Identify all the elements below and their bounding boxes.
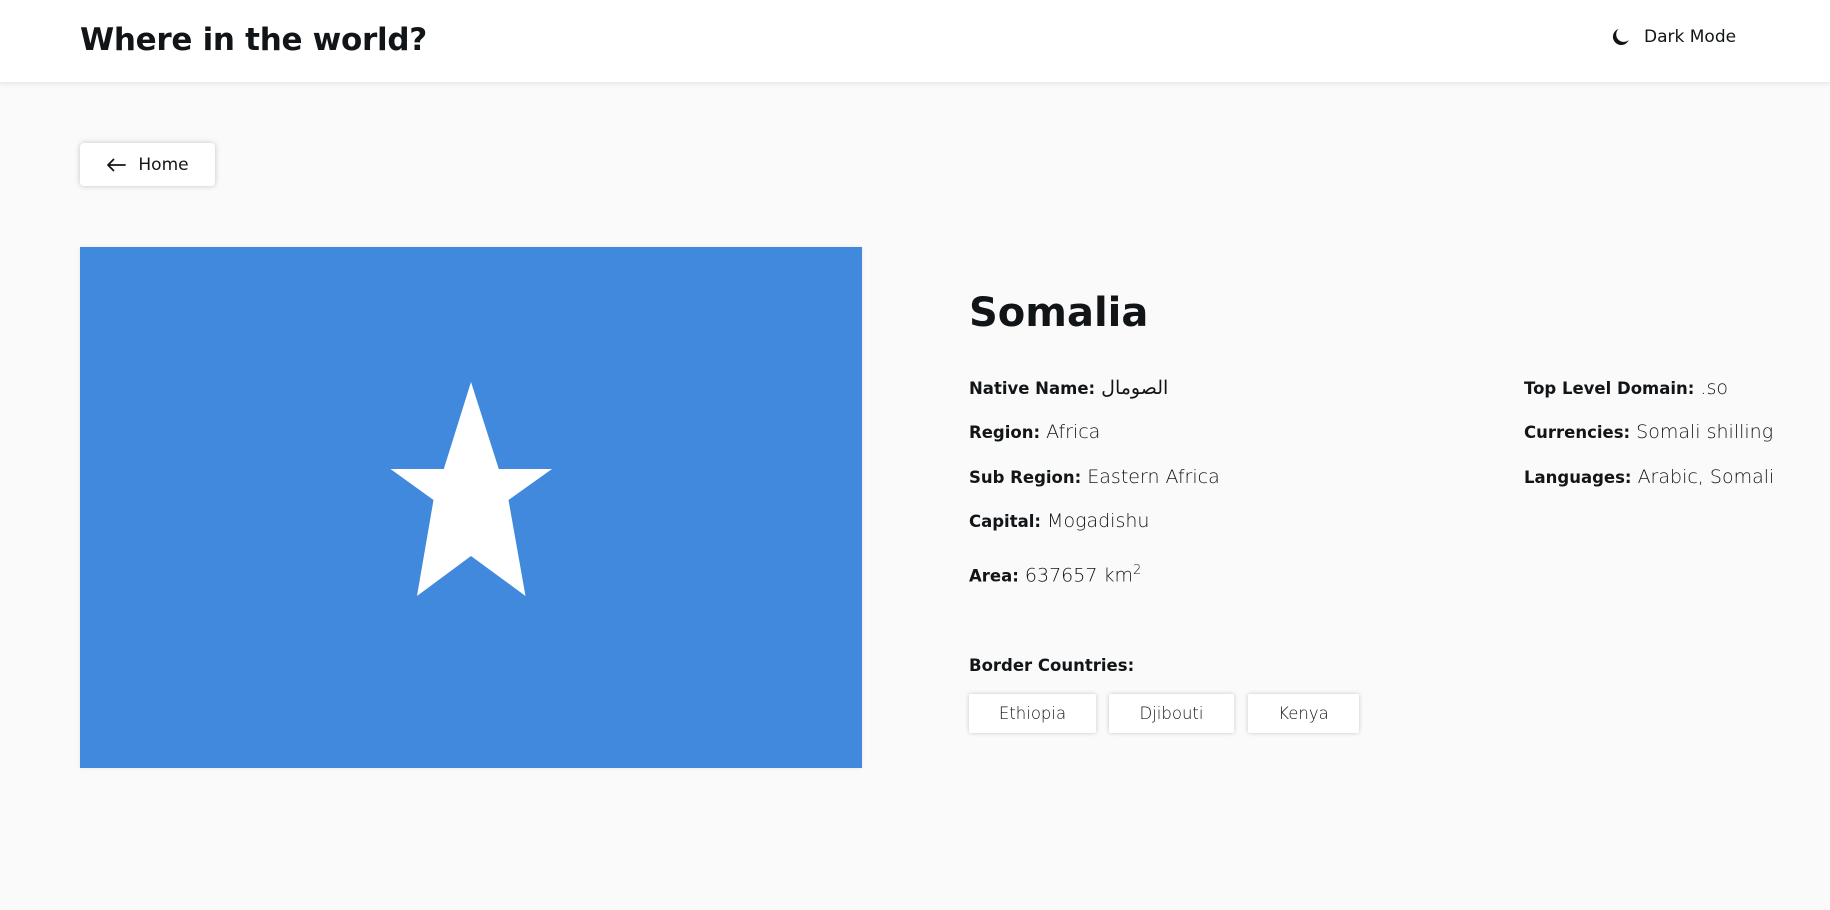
moon-icon (1610, 26, 1632, 48)
flag-graphic (80, 247, 862, 768)
detail-value: Arabic, Somali (1637, 466, 1775, 488)
detail-area: Area: 637657 km2 (969, 558, 1141, 589)
detail-value: Somali shilling (1636, 421, 1774, 443)
detail-native-name: Native Name: الصومال (969, 375, 1168, 402)
detail-top-level-domain: Top Level Domain: .so (1524, 375, 1728, 402)
detail-capital: Capital: Mogadishu (969, 508, 1149, 535)
detail-label: Currencies: (1524, 423, 1631, 442)
country-flag (80, 247, 862, 768)
dark-mode-label: Dark Mode (1644, 27, 1737, 47)
country-name: Somalia (969, 290, 1149, 336)
border-country-kenya[interactable]: Kenya (1248, 694, 1359, 733)
detail-value: الصومال (1101, 377, 1169, 399)
detail-value: 637657 km (1024, 564, 1133, 587)
detail-label: Capital: (969, 512, 1041, 531)
border-country-djibouti[interactable]: Djibouti (1109, 694, 1234, 733)
detail-label: Region: (969, 423, 1041, 442)
detail-value: Mogadishu (1047, 510, 1150, 532)
arrow-left-icon (106, 158, 127, 172)
back-home-button[interactable]: Home (80, 143, 215, 186)
detail-currencies: Currencies: Somali shilling (1524, 419, 1773, 446)
detail-value: .so (1700, 377, 1728, 399)
detail-value: Africa (1046, 421, 1101, 443)
back-home-label: Home (138, 154, 189, 175)
detail-label: Top Level Domain: (1524, 379, 1695, 398)
dark-mode-toggle[interactable]: Dark Mode (1610, 26, 1736, 48)
detail-label: Area: (969, 566, 1019, 586)
detail-label: Native Name: (969, 379, 1096, 398)
detail-languages: Languages: Arabic, Somali (1524, 464, 1774, 491)
border-countries-label: Border Countries: (969, 656, 1135, 675)
app-header: Where in the world? Dark Mode (0, 0, 1830, 83)
detail-region: Region: Africa (969, 419, 1100, 446)
border-country-ethiopia[interactable]: Ethiopia (969, 694, 1096, 733)
detail-value: Eastern Africa (1087, 466, 1220, 488)
detail-sub-region: Sub Region: Eastern Africa (969, 464, 1220, 491)
area-unit-exponent: 2 (1132, 563, 1142, 578)
detail-label: Languages: (1524, 468, 1632, 487)
app-title: Where in the world? (80, 22, 427, 58)
detail-label: Sub Region: (969, 468, 1082, 487)
